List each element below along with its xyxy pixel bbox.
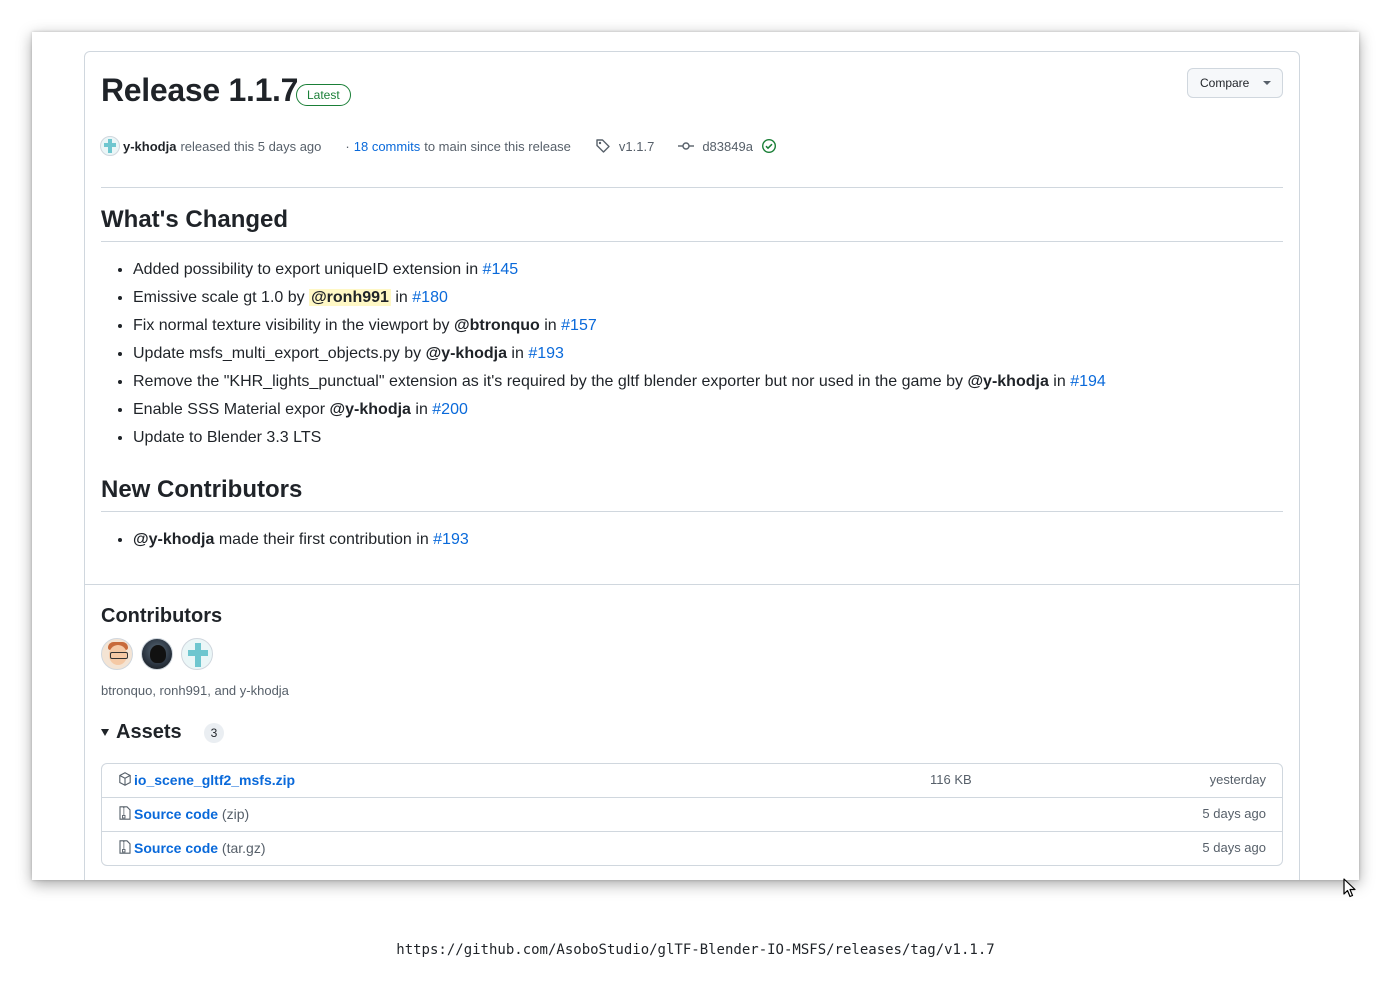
- list-item: @y-khodja made their first contribution …: [133, 526, 469, 554]
- list-item: Emissive scale gt 1.0 by @ronh991 in #18…: [133, 284, 1106, 312]
- screenshot-frame: Release 1.1.7 Latest Compare y-khodja re…: [32, 32, 1359, 880]
- author-avatar[interactable]: [100, 136, 120, 156]
- file-zip-icon: [119, 840, 131, 854]
- user-mention[interactable]: @y-khodja: [426, 345, 507, 362]
- commits-dot: ·: [345, 138, 350, 154]
- assets-heading: Assets: [116, 721, 182, 743]
- pr-link[interactable]: #194: [1070, 373, 1106, 390]
- avatar-ronh991[interactable]: [141, 638, 173, 670]
- asset-link[interactable]: Source code (zip): [134, 806, 249, 822]
- divider: [101, 241, 1283, 242]
- new-contributors-list: @y-khodja made their first contribution …: [101, 526, 469, 554]
- list-item: Fix normal texture visibility in the vie…: [133, 312, 1106, 340]
- avatar-btronquo[interactable]: [101, 638, 133, 670]
- release-card: Release 1.1.7 Latest Compare y-khodja re…: [84, 51, 1300, 880]
- release-footer: Contributors btronquo, ronh991, and y-kh…: [85, 584, 1299, 880]
- asset-size: 116 KB: [930, 772, 972, 787]
- pr-link[interactable]: #145: [483, 261, 519, 278]
- released-text: released this 5 days ago: [180, 138, 322, 154]
- author-link[interactable]: y-khodja: [123, 139, 176, 154]
- changes-list: Added possibility to export uniqueID ext…: [101, 256, 1106, 452]
- asset-row: io_scene_gltf2_msfs.zip 116 KB yesterday: [102, 764, 1282, 797]
- pr-link[interactable]: #180: [412, 289, 448, 306]
- user-mention[interactable]: @y-khodja: [133, 531, 214, 548]
- list-item: Update to Blender 3.3 LTS: [133, 424, 1106, 452]
- asset-row: Source code (tar.gz) 5 days ago: [102, 831, 1282, 865]
- contributor-names: btronquo, ronh991, and y-khodja: [101, 683, 289, 698]
- contributor-avatars: [101, 638, 213, 670]
- commits-suffix: to main since this release: [424, 138, 571, 154]
- user-mention[interactable]: @btronquo: [454, 317, 540, 334]
- asset-link[interactable]: io_scene_gltf2_msfs.zip: [134, 772, 295, 788]
- list-item: Update msfs_multi_export_objects.py by @…: [133, 340, 1106, 368]
- commit-icon: [678, 142, 695, 150]
- asset-date: yesterday: [1209, 772, 1266, 787]
- tag-link[interactable]: v1.1.7: [619, 139, 654, 154]
- assets-list: io_scene_gltf2_msfs.zip 116 KB yesterday…: [101, 763, 1283, 866]
- pr-link[interactable]: #157: [561, 317, 597, 334]
- assets-count: 3: [203, 722, 225, 743]
- mouse-cursor-icon: [1343, 878, 1356, 898]
- divider: [101, 511, 1283, 512]
- asset-date: 5 days ago: [1202, 806, 1266, 821]
- contributors-heading: Contributors: [101, 605, 223, 627]
- verified-check-icon[interactable]: [761, 138, 777, 154]
- release-title[interactable]: Release 1.1.7: [101, 72, 298, 109]
- release-meta: y-khodja released this 5 days ago · 18 c…: [100, 134, 777, 158]
- whats-changed-heading: What's Changed: [101, 206, 289, 233]
- user-mention[interactable]: @y-khodja: [967, 373, 1048, 390]
- tag-icon: [596, 139, 610, 153]
- commits-link[interactable]: 18 commits: [354, 139, 420, 154]
- divider: [101, 187, 1283, 188]
- package-icon: [119, 772, 131, 786]
- new-contributors-heading: New Contributors: [101, 476, 303, 503]
- user-mention[interactable]: @y-khodja: [330, 401, 411, 418]
- pr-link[interactable]: #200: [432, 401, 468, 418]
- triangle-down-icon: [101, 729, 109, 736]
- list-item: Added possibility to export uniqueID ext…: [133, 256, 1106, 284]
- commit-link[interactable]: d83849a: [702, 139, 753, 154]
- asset-row: Source code (zip) 5 days ago: [102, 797, 1282, 831]
- page-url: https://github.com/AsoboStudio/glTF-Blen…: [396, 942, 995, 958]
- file-zip-icon: [119, 806, 131, 820]
- list-item: Remove the "KHR_lights_punctual" extensi…: [133, 368, 1106, 396]
- compare-button[interactable]: Compare: [1187, 68, 1283, 98]
- avatar-y-khodja[interactable]: [181, 638, 213, 670]
- chevron-down-icon: [1263, 81, 1272, 85]
- user-mention[interactable]: @ronh991: [309, 289, 391, 306]
- assets-toggle[interactable]: Assets 3: [101, 721, 225, 744]
- compare-label: Compare: [1200, 76, 1250, 90]
- asset-link[interactable]: Source code (tar.gz): [134, 840, 266, 856]
- pr-link[interactable]: #193: [433, 531, 469, 548]
- asset-date: 5 days ago: [1202, 840, 1266, 855]
- list-item: Enable SSS Material expor @y-khodja in #…: [133, 396, 1106, 424]
- pr-link[interactable]: #193: [528, 345, 564, 362]
- latest-badge: Latest: [296, 84, 351, 106]
